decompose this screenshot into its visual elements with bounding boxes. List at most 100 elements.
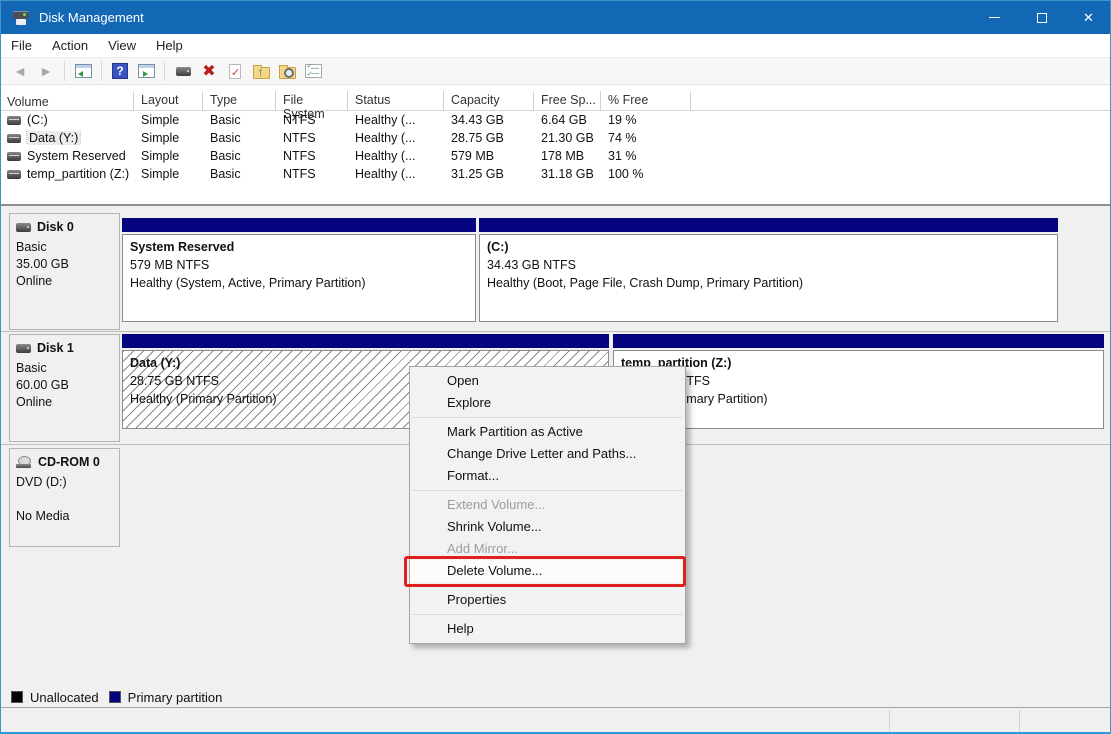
cell-pct-free: 31 % — [601, 149, 691, 163]
menu-item-delete-volume[interactable]: Delete Volume... — [410, 560, 685, 582]
cell-status: Healthy (... — [348, 149, 444, 163]
primary-partition-color-bar — [613, 334, 1104, 348]
disk0-panel[interactable]: Disk 0 Basic 35.00 GB Online — [9, 213, 120, 330]
window-title: Disk Management — [39, 10, 144, 25]
partition-size: 31.25 GB NTFS — [621, 372, 1103, 390]
cdrom0-panel[interactable]: CD-ROM 0 DVD (D:) No Media — [9, 448, 120, 547]
volume-name: Data (Y:) — [27, 131, 80, 145]
menu-separator — [412, 490, 683, 491]
partition-c-drive[interactable]: (C:) 34.43 GB NTFS Healthy (Boot, Page F… — [479, 218, 1058, 322]
column-header-layout[interactable]: Layout — [134, 91, 203, 111]
primary-partition-swatch — [109, 691, 121, 703]
partition-health: Healthy (Boot, Page File, Crash Dump, Pr… — [487, 274, 1057, 292]
column-header-pct-free[interactable]: % Free — [601, 91, 691, 111]
partition-health: Healthy (Primary Partition) — [621, 390, 1103, 408]
menu-action[interactable]: Action — [42, 34, 98, 57]
table-row[interactable]: temp_partition (Z:) Simple Basic NTFS He… — [1, 165, 1110, 183]
show-console-tree-icon[interactable] — [72, 60, 94, 82]
disk-type: Basic — [16, 360, 119, 377]
cell-free: 6.64 GB — [534, 113, 601, 127]
cell-type: Basic — [203, 113, 276, 127]
folder-up-icon[interactable] — [250, 60, 272, 82]
cell-status: Healthy (... — [348, 167, 444, 181]
column-header-volume[interactable]: Volume — [1, 91, 134, 111]
menu-item-add-mirror: Add Mirror... — [410, 538, 685, 560]
disk-status: Online — [16, 273, 119, 290]
volume-name: temp_partition (Z:) — [27, 167, 129, 181]
disk-name: CD-ROM 0 — [38, 455, 100, 469]
cell-layout: Simple — [134, 167, 203, 181]
volume-disk-icon — [7, 116, 21, 125]
cell-pct-free: 100 % — [601, 167, 691, 181]
partition-name: (C:) — [487, 240, 1057, 254]
menu-view[interactable]: View — [98, 34, 146, 57]
partition-size: 579 MB NTFS — [130, 256, 475, 274]
partition-name: temp_partition (Z:) — [621, 356, 1103, 370]
cell-capacity: 579 MB — [444, 149, 534, 163]
cell-pct-free: 19 % — [601, 113, 691, 127]
statusbar — [1, 708, 1110, 732]
partition-size: 34.43 GB NTFS — [487, 256, 1057, 274]
column-header-free-space[interactable]: Free Sp... — [534, 91, 601, 111]
menu-item-open[interactable]: Open — [410, 370, 685, 392]
cell-fs: NTFS — [276, 131, 348, 145]
menu-help[interactable]: Help — [146, 34, 193, 57]
menu-file[interactable]: File — [1, 34, 42, 57]
menu-item-change-drive-letter[interactable]: Change Drive Letter and Paths... — [410, 443, 685, 465]
volume-list-pane: Volume Layout Type File System Status Ca… — [1, 85, 1110, 204]
column-header-status[interactable]: Status — [348, 91, 444, 111]
column-header-file-system[interactable]: File System — [276, 91, 348, 111]
cell-layout: Simple — [134, 113, 203, 127]
toolbar-separator — [101, 61, 102, 81]
column-header-capacity[interactable]: Capacity — [444, 91, 534, 111]
disk-drive-icon[interactable] — [172, 60, 194, 82]
cell-type: Basic — [203, 149, 276, 163]
table-row-selected[interactable]: Data (Y:) Simple Basic NTFS Healthy (...… — [1, 129, 1110, 147]
toolbar-separator — [64, 61, 65, 81]
volume-disk-icon — [7, 170, 21, 179]
partition-health: Healthy (System, Active, Primary Partiti… — [130, 274, 475, 292]
partition-context-menu: Open Explore Mark Partition as Active Ch… — [409, 366, 686, 644]
disk-icon — [16, 223, 31, 232]
cell-type: Basic — [203, 131, 276, 145]
cell-free: 178 MB — [534, 149, 601, 163]
disk-management-app-icon — [11, 10, 31, 26]
menu-separator — [412, 614, 683, 615]
back-arrow-icon[interactable]: ◄ — [9, 60, 31, 82]
show-action-pane-icon[interactable] — [135, 60, 157, 82]
cell-status: Healthy (... — [348, 131, 444, 145]
help-icon[interactable]: ? — [109, 60, 131, 82]
forward-arrow-icon[interactable]: ► — [35, 60, 57, 82]
volume-name: System Reserved — [27, 149, 126, 163]
menu-item-properties[interactable]: Properties — [410, 589, 685, 611]
disk-type: Basic — [16, 239, 119, 256]
cell-capacity: 34.43 GB — [444, 113, 534, 127]
menu-item-shrink-volume[interactable]: Shrink Volume... — [410, 516, 685, 538]
menu-item-help[interactable]: Help — [410, 618, 685, 640]
partition-system-reserved[interactable]: System Reserved 579 MB NTFS Healthy (Sys… — [122, 218, 476, 322]
document-check-icon[interactable] — [224, 60, 246, 82]
menu-item-mark-partition-active[interactable]: Mark Partition as Active — [410, 421, 685, 443]
table-row[interactable]: (C:) Simple Basic NTFS Healthy (... 34.4… — [1, 111, 1110, 129]
disk-status: No Media — [16, 508, 119, 525]
checklist-icon[interactable] — [302, 60, 324, 82]
cell-free: 21.30 GB — [534, 131, 601, 145]
disk1-panel[interactable]: Disk 1 Basic 60.00 GB Online — [9, 334, 120, 442]
delete-x-icon[interactable]: ✖ — [198, 60, 220, 82]
menu-item-explore[interactable]: Explore — [410, 392, 685, 414]
minimize-button[interactable] — [971, 1, 1018, 34]
disk-icon — [16, 344, 31, 353]
maximize-button[interactable] — [1018, 1, 1065, 34]
cell-layout: Simple — [134, 149, 203, 163]
disk-type: DVD (D:) — [16, 474, 119, 491]
column-header-type[interactable]: Type — [203, 91, 276, 111]
cell-fs: NTFS — [276, 113, 348, 127]
primary-partition-color-bar — [122, 334, 609, 348]
partition-temp-z[interactable]: temp_partition (Z:) 31.25 GB NTFS Health… — [613, 334, 1104, 429]
cell-capacity: 28.75 GB — [444, 131, 534, 145]
legend-label: Unallocated — [30, 690, 99, 705]
menu-item-format[interactable]: Format... — [410, 465, 685, 487]
folder-search-icon[interactable] — [276, 60, 298, 82]
table-row[interactable]: System Reserved Simple Basic NTFS Health… — [1, 147, 1110, 165]
close-button[interactable] — [1065, 1, 1111, 34]
